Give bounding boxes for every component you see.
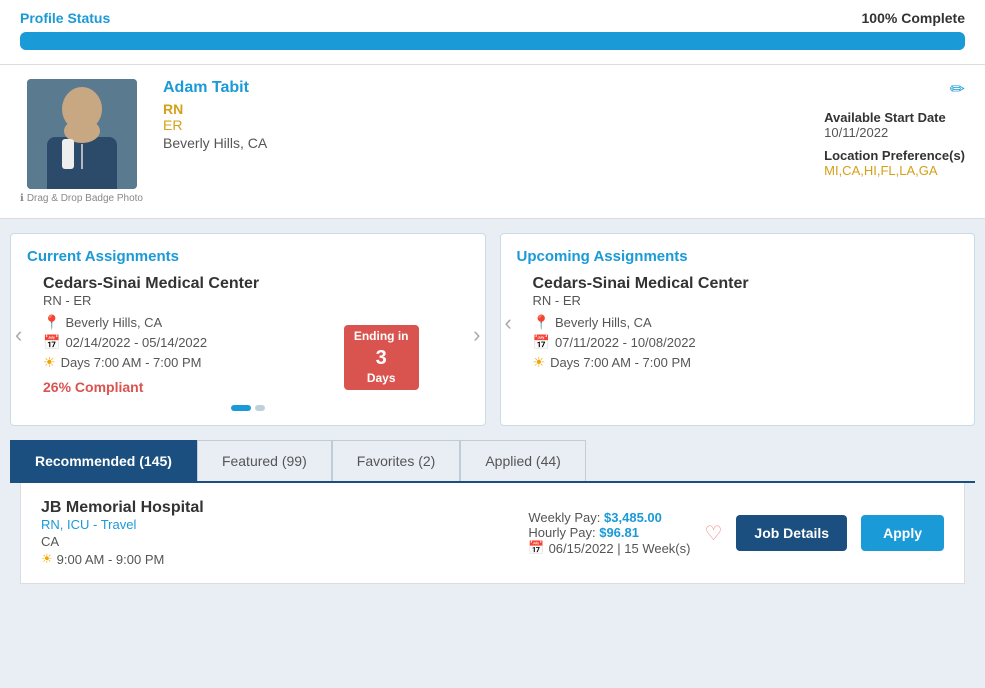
ending-badge: Ending in 3 Days — [344, 325, 419, 390]
tabs-bar: Recommended (145) Featured (99) Favorite… — [10, 440, 975, 483]
upcoming-assignment-wrapper: ‹ Cedars-Sinai Medical Center RN - ER 📍 … — [517, 275, 959, 371]
job-pay-details: Weekly Pay: $3,485.00 Hourly Pay: $96.81… — [528, 510, 690, 556]
upcoming-shift-detail: ☀ Days 7:00 AM - 7:00 PM — [533, 354, 943, 371]
current-role: RN - ER — [43, 293, 453, 308]
profile-status-label: Profile Status — [20, 10, 110, 26]
job-right-panel: Weekly Pay: $3,485.00 Hourly Pay: $96.81… — [528, 510, 944, 556]
hourly-pay-row: Hourly Pay: $96.81 — [528, 525, 690, 540]
current-carousel-left-arrow[interactable]: ‹ — [15, 322, 22, 348]
upcoming-facility-name: Cedars-Sinai Medical Center — [533, 275, 943, 293]
current-assignment-card: Current Assignments ‹ Cedars-Sinai Medic… — [10, 233, 486, 426]
upcoming-location: Beverly Hills, CA — [555, 315, 652, 330]
ending-badge-days: 3 — [354, 345, 409, 371]
hourly-pay-value: $96.81 — [599, 525, 639, 540]
job-body: JB Memorial Hospital RN, ICU - Travel CA… — [41, 499, 944, 567]
current-carousel-right-arrow[interactable]: › — [473, 322, 480, 348]
current-location-icon: 📍 — [43, 314, 60, 331]
scroll-dot-2 — [255, 405, 265, 411]
profile-photo — [27, 79, 137, 189]
tabs-section: Recommended (145) Featured (99) Favorite… — [10, 440, 975, 584]
info-icon: ℹ — [20, 193, 24, 204]
job-role: RN, ICU - Travel — [41, 517, 528, 532]
tab-favorites[interactable]: Favorites (2) — [332, 440, 461, 481]
current-shift: Days 7:00 AM - 7:00 PM — [61, 355, 202, 370]
profile-card: ℹ Drag & Drop Badge Photo Adam Tabit RN … — [0, 65, 985, 219]
job-location: CA — [41, 534, 528, 549]
tab-applied[interactable]: Applied (44) — [460, 440, 586, 481]
edit-icon[interactable]: ✏ — [824, 79, 965, 100]
profile-status-percent: 100% Complete — [862, 10, 965, 26]
job-sun-icon: ☀ — [41, 551, 53, 567]
tab-featured[interactable]: Featured (99) — [197, 440, 332, 481]
current-facility-name: Cedars-Sinai Medical Center — [43, 275, 453, 293]
upcoming-carousel-left-arrow[interactable]: ‹ — [505, 310, 512, 336]
ending-badge-line2: Days — [354, 371, 409, 387]
upcoming-dates: 07/11/2022 - 10/08/2022 — [555, 335, 696, 350]
location-preference-value: MI,CA,HI,FL,LA,GA — [824, 163, 965, 178]
job-shift: ☀ 9:00 AM - 9:00 PM — [41, 551, 528, 567]
weekly-pay-value: $3,485.00 — [604, 510, 662, 525]
current-calendar-icon: 📅 — [43, 334, 60, 351]
current-assignments-title: Current Assignments — [27, 248, 469, 265]
job-date-value: 06/15/2022 | 15 Week(s) — [549, 541, 691, 556]
job-shift-time: 9:00 AM - 9:00 PM — [57, 552, 165, 567]
upcoming-role: RN - ER — [533, 293, 943, 308]
profile-status-section: Profile Status 100% Complete — [0, 0, 985, 65]
available-start-label: Available Start Date — [824, 110, 965, 125]
current-assignment-wrapper: ‹ Cedars-Sinai Medical Center RN - ER 📍 … — [27, 275, 469, 395]
drag-drop-label: ℹ Drag & Drop Badge Photo — [20, 193, 143, 204]
upcoming-location-detail: 📍 Beverly Hills, CA — [533, 314, 943, 331]
upcoming-dates-detail: 📅 07/11/2022 - 10/08/2022 — [533, 334, 943, 351]
weekly-pay-label: Weekly Pay: — [528, 510, 600, 525]
apply-button[interactable]: Apply — [861, 515, 944, 551]
job-calendar-icon: 📅 — [528, 540, 544, 556]
job-left-panel: JB Memorial Hospital RN, ICU - Travel CA… — [41, 499, 528, 567]
weekly-pay-row: Weekly Pay: $3,485.00 — [528, 510, 690, 525]
available-start-date: 10/11/2022 — [824, 125, 965, 140]
profile-right-panel: ✏ Available Start Date 10/11/2022 Locati… — [824, 79, 965, 178]
job-facility-name: JB Memorial Hospital — [41, 499, 528, 517]
current-location: Beverly Hills, CA — [65, 315, 162, 330]
tab-recommended[interactable]: Recommended (145) — [10, 440, 197, 481]
current-dates: 02/14/2022 - 05/14/2022 — [65, 335, 207, 350]
scroll-dot-1 — [231, 405, 251, 411]
progress-bar-fill — [20, 32, 965, 50]
upcoming-sun-icon: ☀ — [533, 354, 546, 371]
job-date-weeks: 📅 06/15/2022 | 15 Week(s) — [528, 540, 690, 556]
ending-badge-line1: Ending in — [354, 329, 409, 345]
job-details-button[interactable]: Job Details — [736, 515, 847, 551]
hourly-pay-label: Hourly Pay: — [528, 525, 595, 540]
upcoming-shift: Days 7:00 AM - 7:00 PM — [550, 355, 691, 370]
profile-photo-wrap: ℹ Drag & Drop Badge Photo — [20, 79, 143, 204]
upcoming-assignment-card: Upcoming Assignments ‹ Cedars-Sinai Medi… — [500, 233, 976, 426]
location-preference-label: Location Preference(s) — [824, 148, 965, 163]
job-card: JB Memorial Hospital RN, ICU - Travel CA… — [20, 483, 965, 584]
upcoming-calendar-icon: 📅 — [533, 334, 550, 351]
current-sun-icon: ☀ — [43, 354, 56, 371]
current-scroll-indicator — [27, 405, 469, 411]
assignments-section: Current Assignments ‹ Cedars-Sinai Medic… — [10, 233, 975, 426]
upcoming-location-icon: 📍 — [533, 314, 550, 331]
progress-bar-background — [20, 32, 965, 50]
favorite-heart-icon[interactable]: ♡ — [704, 521, 722, 546]
upcoming-assignments-title: Upcoming Assignments — [517, 248, 959, 265]
